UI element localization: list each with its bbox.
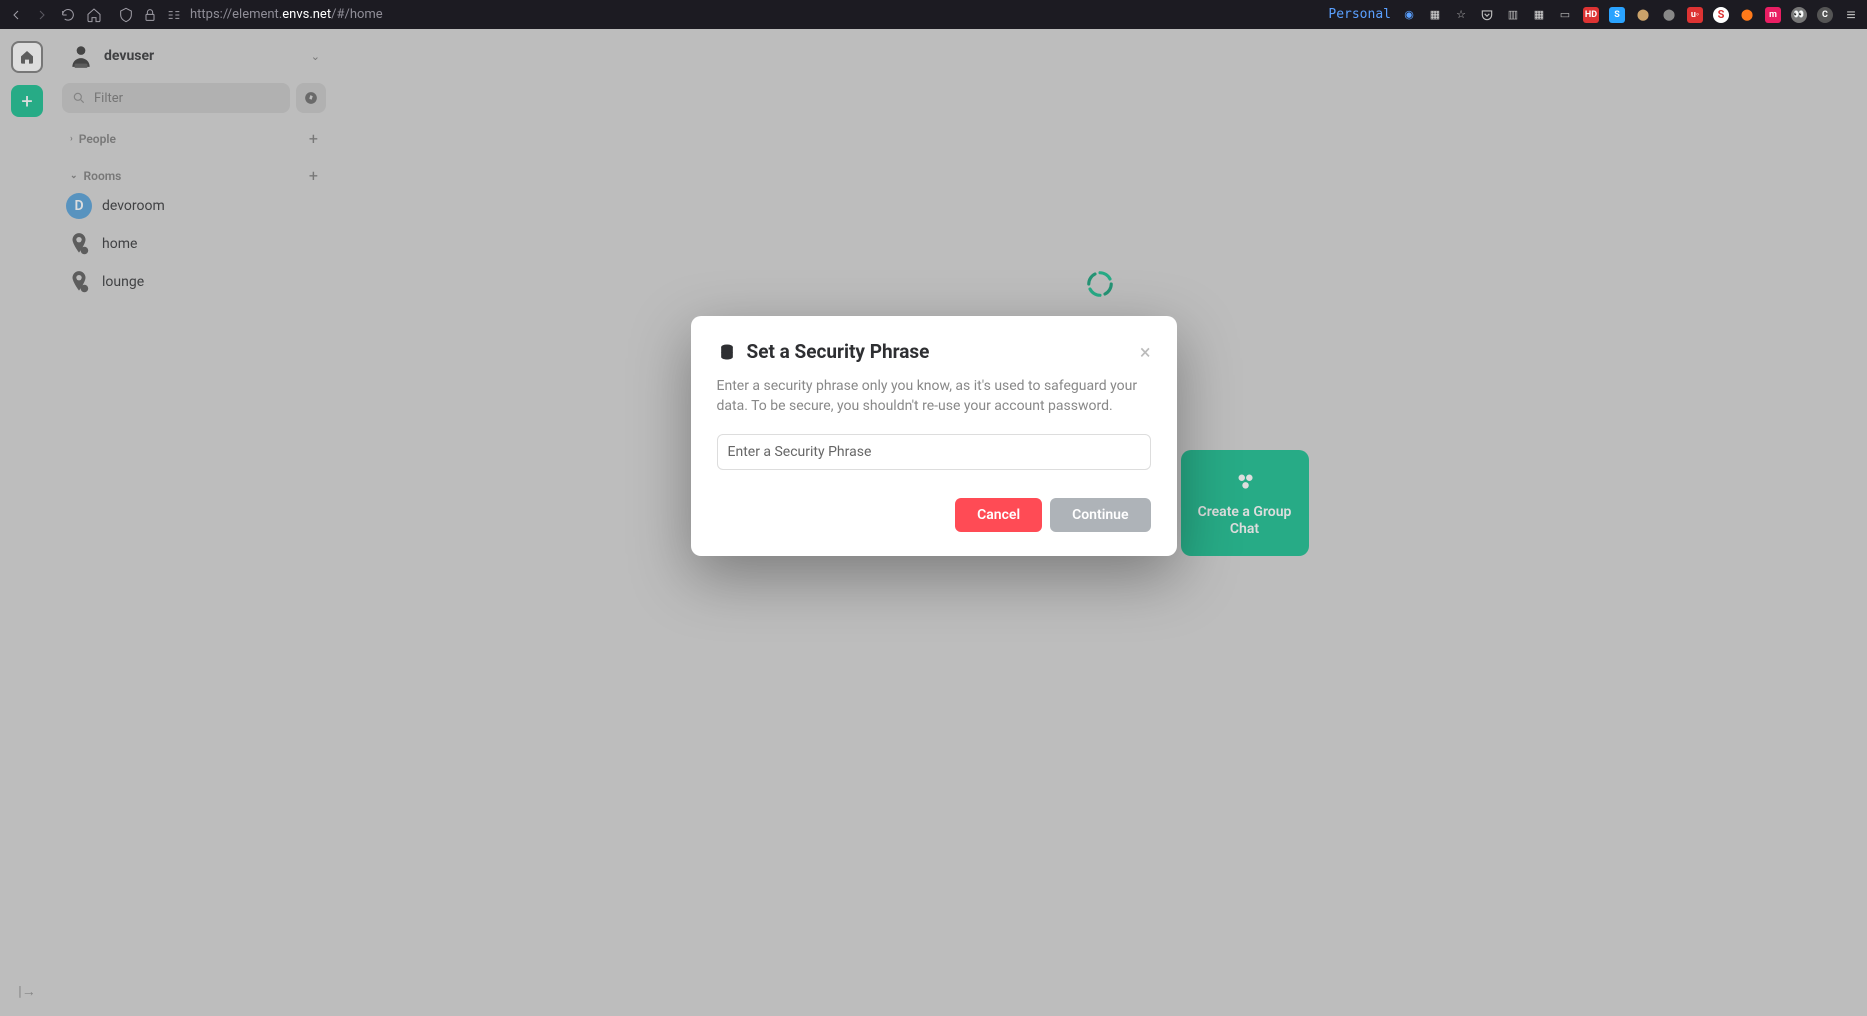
cancel-button[interactable]: Cancel [955,498,1042,532]
url-path: /#/home [331,7,383,22]
reader-icon[interactable]: ▭ [1557,7,1573,23]
url-domain: envs.net [282,7,331,22]
url-subdomain: element. [232,7,282,22]
home-icon[interactable] [86,7,102,23]
ext-stylus-icon[interactable]: S [1713,7,1729,23]
ext-cookie-icon[interactable]: ⬤ [1635,7,1651,23]
reload-icon[interactable] [60,7,76,23]
bookmark-star-icon[interactable]: ☆ [1453,7,1469,23]
ext-s-icon[interactable]: S [1609,7,1625,23]
ext-hd-icon[interactable]: HD [1583,7,1599,23]
ext-mute-icon[interactable]: ⬤ [1661,7,1677,23]
close-icon[interactable]: × [1140,342,1151,362]
back-icon[interactable] [8,7,24,23]
url-bar[interactable]: https://element.envs.net/#/home [112,7,1318,23]
fingerprint-icon[interactable]: ◉ [1401,7,1417,23]
security-phrase-input[interactable] [717,434,1151,470]
browser-toolbar: https://element.envs.net/#/home Personal… [0,0,1867,29]
ext-ublock-icon[interactable]: u◦ [1687,7,1703,23]
security-phrase-dialog: Set a Security Phrase × Enter a security… [691,316,1177,556]
secure-backup-icon [717,342,737,362]
addons-icon[interactable]: ▦ [1531,7,1547,23]
pocket-icon[interactable] [1479,7,1495,23]
shield-icon [118,7,134,23]
lock-icon [142,7,158,23]
hamburger-icon[interactable]: ≡ [1843,7,1859,23]
container-label[interactable]: Personal [1328,7,1391,22]
permissions-icon[interactable] [166,7,182,23]
ext-m-icon[interactable]: m [1765,7,1781,23]
ext-fox-icon[interactable]: ⬤ [1739,7,1755,23]
url-protocol: https:// [190,7,232,22]
dialog-title: Set a Security Phrase [747,340,1130,363]
continue-button[interactable]: Continue [1050,498,1150,532]
forward-icon[interactable] [34,7,50,23]
ext-eyes-icon[interactable]: 👀 [1791,7,1807,23]
library-icon[interactable]: ▥ [1505,7,1521,23]
ext-c-icon[interactable]: C [1817,7,1833,23]
dialog-description: Enter a security phrase only you know, a… [717,377,1151,416]
grid-icon[interactable]: ▦ [1427,7,1443,23]
